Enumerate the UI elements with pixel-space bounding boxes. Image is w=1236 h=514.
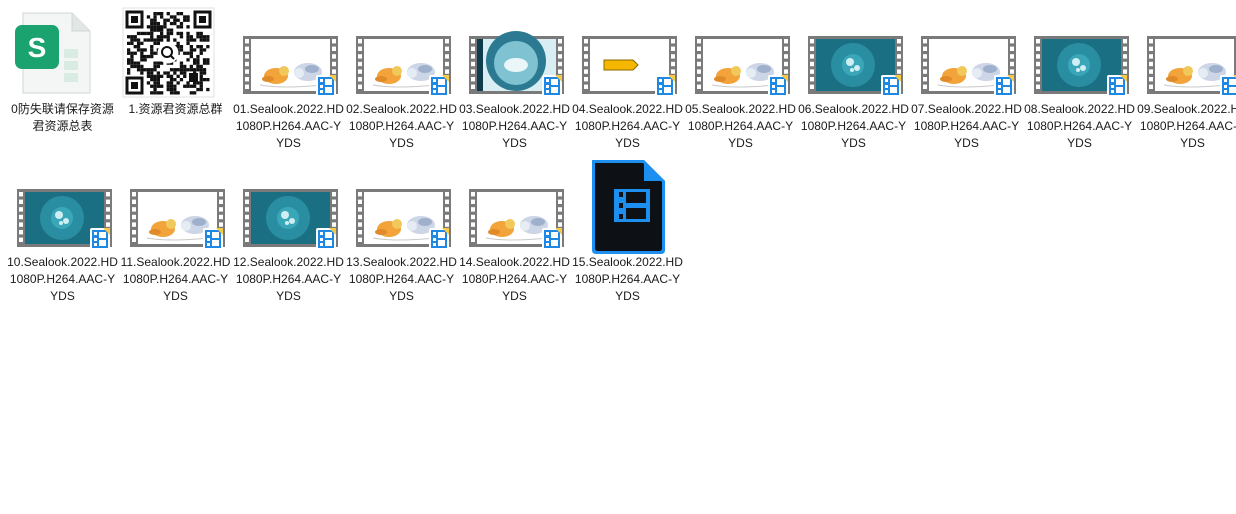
file-item[interactable]: S 0防失联请保存资源君资源总表 — [6, 5, 119, 155]
video-thumbnail-icon — [797, 5, 910, 101]
file-name-label: 03.Sealook.2022.HD1080P.H264.AAC-YYDS — [459, 102, 570, 150]
file-name-label: 01.Sealook.2022.HD1080P.H264.AAC-YYDS — [233, 102, 344, 150]
file-item[interactable]: 09.Sealook.2022.HD1080P.H264.AAC-YYDS — [1136, 5, 1236, 155]
file-name-label: 13.Sealook.2022.HD1080P.H264.AAC-YYDS — [346, 255, 457, 303]
file-name-label: 15.Sealook.2022.HD1080P.H264.AAC-YYDS — [572, 255, 683, 303]
file-item[interactable]: 07.Sealook.2022.HD1080P.H264.AAC-YYDS — [910, 5, 1023, 155]
video-thumbnail-icon — [910, 5, 1023, 101]
video-thumbnail-icon — [232, 158, 345, 254]
file-item[interactable]: 1.资源君资源总群 — [119, 5, 232, 155]
file-name-label: 08.Sealook.2022.HD1080P.H264.AAC-YYDS — [1024, 102, 1135, 150]
file-name-label: 12.Sealook.2022.HD1080P.H264.AAC-YYDS — [233, 255, 344, 303]
file-name-label: 07.Sealook.2022.HD1080P.H264.AAC-YYDS — [911, 102, 1022, 150]
video-thumbnail-icon — [345, 5, 458, 101]
file-name-label: 11.Sealook.2022.HD1080P.H264.AAC-YYDS — [120, 255, 231, 303]
spreadsheet-file-icon: S — [6, 5, 119, 101]
video-thumbnail-icon — [571, 5, 684, 101]
file-name-label: 0防失联请保存资源君资源总表 — [11, 102, 114, 133]
video-thumbnail-icon — [345, 158, 458, 254]
file-item[interactable]: 01.Sealook.2022.HD1080P.H264.AAC-YYDS — [232, 5, 345, 155]
folder-view: S 0防失联请保存资源君资源总表 1.资源君资源总群 01.Sealook.20… — [0, 0, 1236, 514]
file-item[interactable]: 11.Sealook.2022.HD1080P.H264.AAC-YYDS — [119, 158, 232, 308]
file-item[interactable]: 06.Sealook.2022.HD1080P.H264.AAC-YYDS — [797, 5, 910, 155]
file-name-label: 09.Sealook.2022.HD1080P.H264.AAC-YYDS — [1137, 102, 1236, 150]
video-file-icon — [571, 158, 684, 254]
file-item[interactable]: 08.Sealook.2022.HD1080P.H264.AAC-YYDS — [1023, 5, 1136, 155]
file-name-label: 06.Sealook.2022.HD1080P.H264.AAC-YYDS — [798, 102, 909, 150]
video-thumbnail-icon — [1136, 5, 1236, 101]
file-name-label: 02.Sealook.2022.HD1080P.H264.AAC-YYDS — [346, 102, 457, 150]
file-item[interactable]: 03.Sealook.2022.HD1080P.H264.AAC-YYDS — [458, 5, 571, 155]
video-thumbnail-icon — [458, 5, 571, 101]
video-thumbnail-icon — [684, 5, 797, 101]
qr-code-image-thumbnail — [119, 5, 232, 101]
file-name-label: 04.Sealook.2022.HD1080P.H264.AAC-YYDS — [572, 102, 683, 150]
file-item[interactable]: 10.Sealook.2022.HD1080P.H264.AAC-YYDS — [6, 158, 119, 308]
video-thumbnail-icon — [458, 158, 571, 254]
video-thumbnail-icon — [232, 5, 345, 101]
file-item[interactable]: 15.Sealook.2022.HD1080P.H264.AAC-YYDS — [571, 158, 684, 308]
svg-text:S: S — [28, 32, 47, 63]
file-item[interactable]: 14.Sealook.2022.HD1080P.H264.AAC-YYDS — [458, 158, 571, 308]
video-thumbnail-icon — [6, 158, 119, 254]
file-item[interactable]: 05.Sealook.2022.HD1080P.H264.AAC-YYDS — [684, 5, 797, 155]
video-thumbnail-icon — [1023, 5, 1136, 101]
file-item[interactable]: 02.Sealook.2022.HD1080P.H264.AAC-YYDS — [345, 5, 458, 155]
file-item[interactable]: 04.Sealook.2022.HD1080P.H264.AAC-YYDS — [571, 5, 684, 155]
video-thumbnail-icon — [119, 158, 232, 254]
file-name-label: 10.Sealook.2022.HD1080P.H264.AAC-YYDS — [7, 255, 118, 303]
file-name-label: 14.Sealook.2022.HD1080P.H264.AAC-YYDS — [459, 255, 570, 303]
file-name-label: 1.资源君资源总群 — [128, 102, 223, 116]
file-item[interactable]: 12.Sealook.2022.HD1080P.H264.AAC-YYDS — [232, 158, 345, 308]
file-name-label: 05.Sealook.2022.HD1080P.H264.AAC-YYDS — [685, 102, 796, 150]
file-item[interactable]: 13.Sealook.2022.HD1080P.H264.AAC-YYDS — [345, 158, 458, 308]
